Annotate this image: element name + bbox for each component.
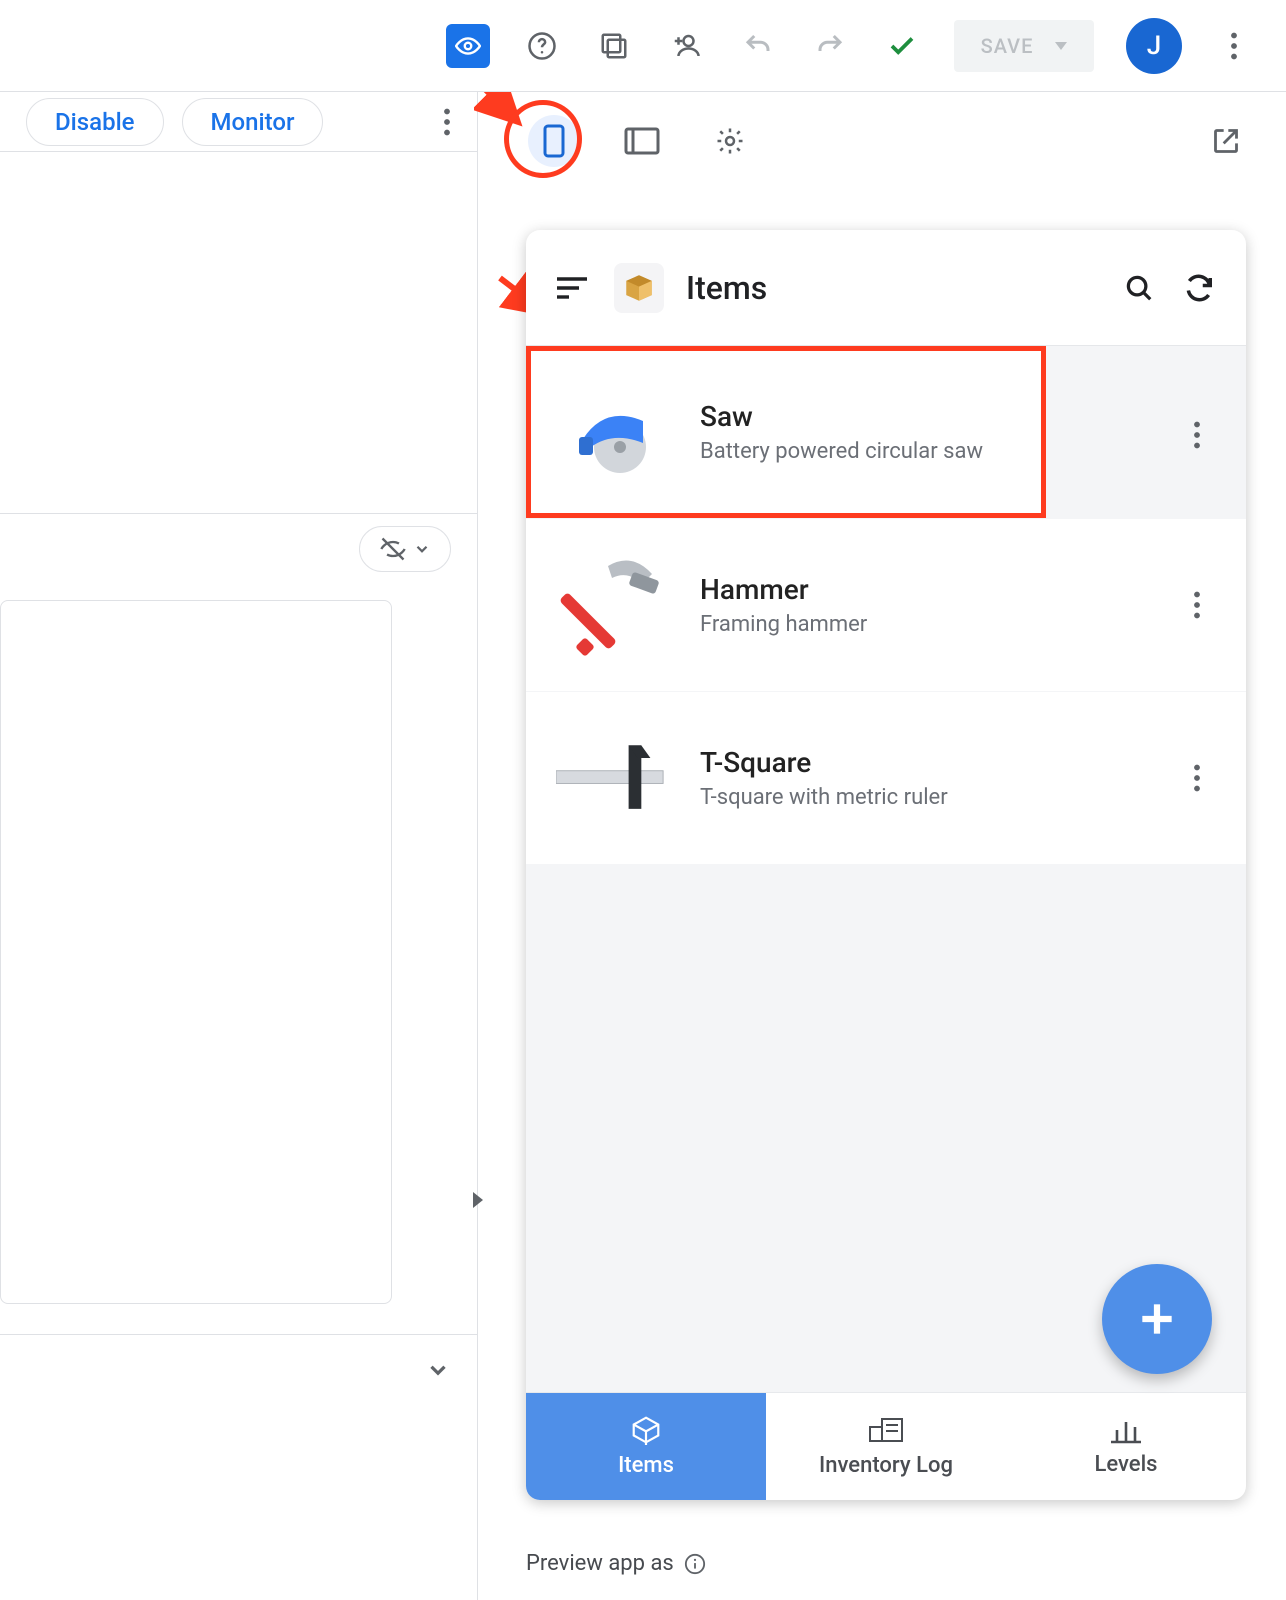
stack-icon — [599, 31, 629, 61]
refresh-icon — [1184, 273, 1214, 303]
item-image — [556, 719, 674, 837]
search-icon — [1124, 273, 1154, 303]
device-bottom-tabs: Items Inventory Log Levels — [526, 1392, 1246, 1500]
monitor-chip[interactable]: Monitor — [182, 98, 324, 146]
item-title: Saw — [700, 400, 1016, 433]
undo-icon — [743, 31, 773, 61]
package-icon — [622, 271, 656, 305]
preview-settings-button[interactable] — [704, 115, 756, 167]
redo-icon — [815, 31, 845, 61]
device-header: Items — [526, 230, 1246, 346]
tsquare-icon — [556, 738, 674, 818]
saved-check-button[interactable] — [882, 26, 922, 66]
avatar-initial: J — [1147, 31, 1161, 61]
preview-toolbar — [478, 92, 1286, 190]
preview-as-text: Preview app as — [526, 1551, 674, 1576]
version-history-button[interactable] — [594, 26, 634, 66]
item-more-button[interactable] — [1178, 586, 1216, 624]
preview-pane: Items Saw Battery powered circular saw — [478, 92, 1286, 1600]
sort-icon — [557, 276, 589, 300]
tab-label: Items — [618, 1453, 674, 1478]
left-pane-collapse-row — [0, 1335, 477, 1405]
chevron-down-icon — [413, 540, 431, 558]
person-add-icon — [671, 31, 701, 61]
tab-label: Inventory Log — [819, 1453, 953, 1478]
item-more-button[interactable] — [1178, 416, 1216, 454]
item-image — [556, 546, 674, 664]
open-external-button[interactable] — [1200, 115, 1252, 167]
search-button[interactable] — [1120, 269, 1158, 307]
chevron-down-icon[interactable] — [425, 1357, 451, 1383]
device-phone-button[interactable] — [528, 115, 580, 167]
warehouse-icon — [866, 1415, 906, 1445]
item-subtitle: Battery powered circular saw — [700, 439, 1016, 464]
device-title: Items — [686, 269, 1098, 307]
plus-icon — [1135, 1297, 1179, 1341]
undo-button[interactable] — [738, 26, 778, 66]
item-image — [556, 373, 674, 491]
disable-chip[interactable]: Disable — [26, 98, 164, 146]
preview-as-label: Preview app as — [526, 1551, 706, 1576]
add-item-fab[interactable] — [1102, 1264, 1212, 1374]
check-icon — [887, 31, 917, 61]
more-vert-icon — [1230, 32, 1238, 60]
cube-icon — [629, 1415, 663, 1445]
help-icon — [527, 31, 557, 61]
tab-levels[interactable]: Levels — [1006, 1393, 1246, 1500]
tab-items[interactable]: Items — [526, 1393, 766, 1500]
share-user-button[interactable] — [666, 26, 706, 66]
items-list: Saw Battery powered circular saw Hammer … — [526, 346, 1246, 1392]
help-button[interactable] — [522, 26, 562, 66]
redo-button[interactable] — [810, 26, 850, 66]
more-vert-icon — [1193, 591, 1201, 619]
left-pane-card[interactable] — [0, 600, 392, 1304]
hammer-icon — [560, 550, 670, 660]
left-pane-visibility-row — [0, 514, 477, 584]
bar-chart-icon — [1109, 1416, 1143, 1444]
smartphone-icon — [541, 124, 567, 158]
tablet-icon — [624, 127, 660, 155]
list-item[interactable]: Saw Battery powered circular saw — [526, 346, 1046, 518]
tab-label: Levels — [1094, 1452, 1157, 1477]
more-menu-button[interactable] — [1214, 26, 1254, 66]
save-button[interactable]: SAVE — [954, 20, 1094, 72]
app-icon — [614, 263, 664, 313]
editor-toolbar: SAVE J — [0, 0, 1286, 92]
save-label: SAVE — [981, 34, 1034, 58]
eye-icon — [455, 33, 481, 59]
item-title: Hammer — [700, 573, 1152, 606]
visibility-off-icon — [379, 535, 407, 563]
gear-icon — [715, 126, 745, 156]
preview-mode-button[interactable] — [446, 24, 490, 68]
item-more-button[interactable] — [1178, 759, 1216, 797]
info-icon[interactable] — [684, 1553, 706, 1575]
item-subtitle: Framing hammer — [700, 612, 1152, 637]
left-pane-section-1 — [0, 152, 477, 514]
monitor-chip-label: Monitor — [211, 108, 295, 136]
list-item[interactable]: T-Square T-square with metric ruler — [526, 692, 1246, 864]
more-vert-icon — [1193, 421, 1201, 449]
refresh-button[interactable] — [1180, 269, 1218, 307]
open-in-new-icon — [1212, 127, 1240, 155]
item-subtitle: T-square with metric ruler — [700, 785, 1152, 810]
left-pane-chip-row: Disable Monitor — [0, 92, 477, 152]
account-avatar[interactable]: J — [1126, 18, 1182, 74]
more-vert-icon — [443, 108, 451, 136]
disable-chip-label: Disable — [55, 108, 135, 136]
device-preview: Items Saw Battery powered circular saw — [526, 230, 1246, 1500]
left-pane: Disable Monitor — [0, 92, 478, 1600]
visibility-toggle-chip[interactable] — [359, 526, 451, 572]
tab-inventory-log[interactable]: Inventory Log — [766, 1393, 1006, 1500]
list-item[interactable]: Hammer Framing hammer — [526, 519, 1246, 691]
item-title: T-Square — [700, 746, 1152, 779]
left-pane-more-button[interactable] — [427, 102, 467, 142]
more-vert-icon — [1193, 764, 1201, 792]
sort-button[interactable] — [554, 269, 592, 307]
caret-down-icon — [1055, 42, 1067, 50]
saw-icon — [565, 387, 665, 477]
device-tablet-button[interactable] — [616, 115, 668, 167]
